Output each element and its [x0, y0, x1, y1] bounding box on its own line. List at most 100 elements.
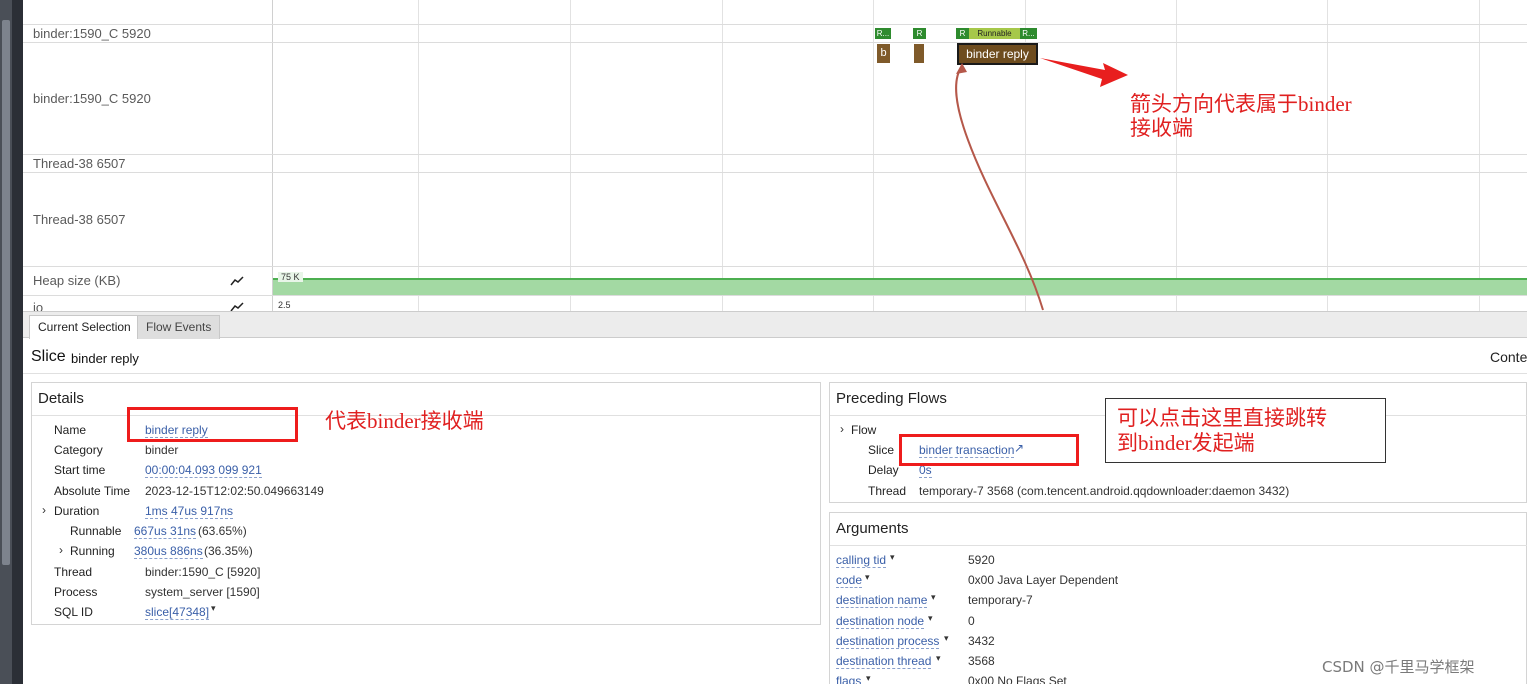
details-value-start-time[interactable]: 00:00:04.093 099 921	[145, 463, 262, 478]
track-label-io[interactable]: io	[33, 300, 43, 311]
details-key-thread: Thread	[54, 565, 93, 579]
heap-counter-bar[interactable]	[273, 278, 1527, 295]
track-separator	[23, 24, 1527, 25]
annotation-flow-note-line1: 可以点击这里直接跳转	[1117, 406, 1327, 430]
arg-key-flags[interactable]: flags	[836, 674, 861, 684]
track-separator	[23, 172, 1527, 173]
details-value-absolute-time: 2023-12-15T12:02:50.049663149	[145, 484, 324, 498]
track-separator	[23, 266, 1527, 267]
dropdown-arrow-icon[interactable]: ▾	[928, 613, 933, 624]
dropdown-arrow-icon[interactable]: ▾	[865, 572, 870, 583]
watermark: CSDN @千里马学框架	[1322, 658, 1475, 676]
details-value-running[interactable]: 380us 886ns	[134, 544, 203, 559]
details-value-process: system_server [1590]	[145, 585, 260, 599]
grid-line	[418, 0, 419, 311]
details-key-sql-id: SQL ID	[54, 605, 93, 619]
slice-small[interactable]	[914, 44, 924, 63]
track-label-thread38-slices[interactable]: Thread-38 6507	[33, 212, 126, 227]
tab-current-selection[interactable]: Current Selection	[29, 315, 140, 339]
details-running-pct: (36.35%)	[204, 544, 253, 558]
thread-state-running[interactable]: R	[956, 28, 969, 39]
thread-state-running[interactable]: R...	[875, 28, 891, 39]
details-key-category: Category	[54, 443, 103, 457]
annotation-flow-box: 可以点击这里直接跳转 到binder发起端	[1105, 398, 1386, 463]
track-separator	[23, 295, 1527, 296]
details-key-absolute-time: Absolute Time	[54, 484, 131, 498]
details-value-duration[interactable]: 1ms 47us 917ns	[145, 504, 234, 519]
track-label-heap-size[interactable]: Heap size (KB)	[33, 273, 120, 288]
track-label-binder-state[interactable]: binder:1590_C 5920	[33, 26, 151, 41]
track-separator	[23, 154, 1527, 155]
divider	[830, 545, 1527, 546]
track-label-binder-slices[interactable]: binder:1590_C 5920	[33, 91, 151, 106]
grid-line	[873, 0, 874, 311]
flow-key-slice: Slice	[868, 443, 895, 457]
arg-value-destination-process: 3432	[968, 634, 995, 648]
grid-line	[722, 0, 723, 311]
arg-value-destination-node: 0	[968, 614, 975, 628]
arg-value-flags: 0x00 No Flags Set	[968, 674, 1067, 684]
heap-tick-label: 75 K	[278, 272, 303, 282]
grid-line	[1479, 0, 1480, 311]
annotation-name-note: 代表binder接收端	[325, 409, 484, 433]
annotation-arrow-note-line1: 箭头方向代表属于binder	[1130, 92, 1352, 116]
details-runnable-pct: (63.65%)	[198, 524, 247, 538]
grid-line	[570, 0, 571, 311]
gutter-handle	[2, 20, 10, 565]
details-key-duration[interactable]: Duration	[54, 504, 99, 518]
details-tabbar: Current Selection Flow Events	[23, 311, 1527, 339]
details-key-runnable: Runnable	[70, 524, 122, 538]
arg-value-destination-name: temporary-7	[968, 593, 1033, 607]
grid-line	[1176, 0, 1177, 311]
flow-key-delay: Delay	[868, 463, 899, 477]
preceding-flows-title: Preceding Flows	[836, 390, 947, 407]
arg-value-calling-tid: 5920	[968, 553, 995, 567]
timeline[interactable]: binder:1590_C 5920 binder:1590_C 5920 Th…	[23, 0, 1527, 311]
chevron-right-icon[interactable]: ›	[42, 503, 46, 517]
details-key-name: Name	[54, 423, 87, 437]
arg-key-destination-node[interactable]: destination node	[836, 614, 925, 629]
dropdown-arrow-icon[interactable]: ▾	[944, 633, 949, 644]
dropdown-arrow-icon[interactable]: ▾	[211, 603, 216, 614]
details-value-category: binder	[145, 443, 179, 457]
arg-key-destination-thread[interactable]: destination thread	[836, 654, 932, 669]
annotation-arrow-note-line2: 接收端	[1130, 116, 1193, 140]
dropdown-arrow-icon[interactable]: ▾	[931, 592, 936, 603]
arg-key-destination-name[interactable]: destination name	[836, 593, 928, 608]
track-separator	[23, 42, 1527, 43]
thread-state-running[interactable]: R...	[1020, 28, 1037, 39]
details-key-running[interactable]: Running	[70, 544, 115, 558]
left-gutter	[0, 0, 12, 684]
arg-value-code: 0x00 Java Layer Dependent	[968, 573, 1119, 587]
selection-kind: Slice	[31, 348, 66, 365]
dropdown-arrow-icon[interactable]: ▾	[866, 673, 871, 684]
tab-flow-events[interactable]: Flow Events	[137, 315, 221, 339]
track-label-thread38-state[interactable]: Thread-38 6507	[33, 156, 126, 171]
details-value-sql-id[interactable]: slice[47348]	[145, 605, 210, 620]
details-key-start-time: Start time	[54, 463, 106, 477]
thread-state-running[interactable]: R	[913, 28, 926, 39]
flow-key-thread: Thread	[868, 484, 907, 498]
chevron-right-icon[interactable]: ›	[840, 422, 844, 436]
highlight-box-name	[127, 407, 298, 442]
dropdown-arrow-icon[interactable]: ▾	[890, 552, 895, 563]
arg-key-code[interactable]: code	[836, 573, 863, 588]
details-value-runnable[interactable]: 667us 31ns	[134, 524, 197, 539]
slice-binder-reply[interactable]: binder reply	[957, 43, 1038, 65]
selection-header: Slice binder reply Conte	[23, 338, 1527, 374]
details-key-process: Process	[54, 585, 98, 599]
selection-name: binder reply	[71, 351, 139, 366]
dropdown-arrow-icon[interactable]: ▾	[936, 653, 941, 664]
slice-b[interactable]: b	[877, 44, 890, 63]
flow-value-thread: temporary-7 3568 (com.tencent.android.qq…	[919, 484, 1290, 498]
thread-state-runnable[interactable]: Runnable	[969, 28, 1020, 39]
arg-key-calling-tid[interactable]: calling tid	[836, 553, 887, 568]
line-chart-icon[interactable]	[230, 276, 244, 286]
line-chart-icon[interactable]	[230, 302, 244, 311]
chevron-right-icon[interactable]: ›	[59, 543, 63, 557]
flow-label[interactable]: Flow	[851, 423, 876, 437]
arg-key-destination-process[interactable]: destination process	[836, 634, 940, 649]
details-title: Details	[38, 390, 84, 407]
highlight-box-flow-slice	[899, 434, 1079, 466]
grid-line	[1327, 0, 1328, 311]
